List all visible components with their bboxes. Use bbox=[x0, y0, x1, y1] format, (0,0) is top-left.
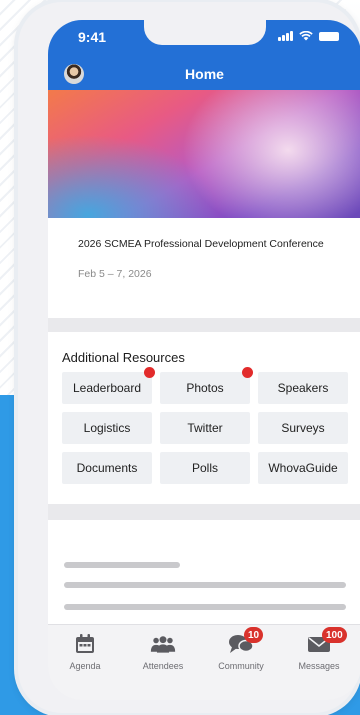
documents-label: Documents bbox=[76, 461, 138, 475]
logistics-label: Logistics bbox=[83, 421, 131, 435]
placeholder-line bbox=[64, 604, 346, 610]
documents-button[interactable]: Documents bbox=[62, 452, 152, 484]
additional-resources-section: Additional Resources Leaderboard Photos … bbox=[48, 332, 360, 504]
envelope-icon: 100 bbox=[306, 627, 347, 655]
battery-icon bbox=[319, 32, 339, 41]
polls-label: Polls bbox=[191, 461, 218, 475]
cellular-signal-icon bbox=[278, 31, 293, 41]
leaderboard-label: Leaderboard bbox=[72, 381, 142, 395]
photos-button[interactable]: Photos bbox=[160, 367, 253, 404]
loading-placeholder-card bbox=[48, 520, 360, 624]
tab-messages-label: Messages bbox=[298, 661, 340, 671]
event-banner-image bbox=[48, 90, 360, 218]
surveys-label: Surveys bbox=[281, 421, 325, 435]
people-icon bbox=[150, 633, 176, 655]
status-icons bbox=[278, 31, 339, 41]
section-divider bbox=[48, 318, 360, 332]
notification-dot bbox=[144, 367, 155, 378]
app-header: 9:41 Home bbox=[48, 20, 360, 90]
section-divider bbox=[48, 504, 360, 520]
whovaguide-button[interactable]: WhovaGuide bbox=[258, 452, 348, 484]
twitter-button[interactable]: Twitter bbox=[160, 412, 250, 444]
phone-screen: 9:41 Home 2026 SCMEA Professional Develo… bbox=[48, 20, 360, 700]
placeholder-line bbox=[64, 582, 346, 588]
speakers-button[interactable]: Speakers bbox=[258, 372, 348, 404]
calendar-icon bbox=[72, 633, 98, 655]
tab-messages[interactable]: 100 Messages bbox=[284, 627, 354, 671]
event-name: 2026 SCMEA Professional Development Conf… bbox=[78, 238, 324, 250]
event-info-card[interactable]: 2026 SCMEA Professional Development Conf… bbox=[48, 218, 360, 318]
resources-grid: Leaderboard Photos Speakers Logistics Tw… bbox=[62, 367, 348, 484]
whovaguide-label: WhovaGuide bbox=[268, 461, 338, 475]
messages-badge: 100 bbox=[322, 627, 347, 643]
tab-community[interactable]: 10 Community bbox=[206, 627, 276, 671]
surveys-button[interactable]: Surveys bbox=[258, 412, 348, 444]
event-date: Feb 5 – 7, 2026 bbox=[78, 268, 152, 280]
tab-community-label: Community bbox=[218, 661, 264, 671]
polls-button[interactable]: Polls bbox=[160, 452, 250, 484]
twitter-label: Twitter bbox=[187, 421, 223, 435]
phone-frame: 9:41 Home 2026 SCMEA Professional Develo… bbox=[18, 2, 360, 713]
placeholder-line bbox=[64, 562, 180, 568]
tab-attendees-label: Attendees bbox=[142, 661, 184, 671]
bottom-tab-bar: Agenda Attendees 10 Community 100 Messag… bbox=[48, 624, 360, 700]
notification-dot bbox=[242, 367, 253, 378]
phone-notch bbox=[144, 20, 266, 45]
wifi-icon bbox=[299, 31, 313, 41]
tab-agenda[interactable]: Agenda bbox=[50, 633, 120, 671]
page-title: Home bbox=[185, 66, 224, 82]
resources-title: Additional Resources bbox=[62, 350, 185, 365]
community-badge: 10 bbox=[244, 627, 264, 643]
chat-bubbles-icon: 10 bbox=[228, 627, 264, 655]
logistics-button[interactable]: Logistics bbox=[62, 412, 152, 444]
tab-agenda-label: Agenda bbox=[69, 661, 101, 671]
leaderboard-button[interactable]: Leaderboard bbox=[62, 367, 155, 404]
tab-attendees[interactable]: Attendees bbox=[128, 633, 198, 671]
photos-label: Photos bbox=[186, 381, 224, 395]
speakers-label: Speakers bbox=[277, 381, 329, 395]
status-time: 9:41 bbox=[78, 29, 107, 45]
